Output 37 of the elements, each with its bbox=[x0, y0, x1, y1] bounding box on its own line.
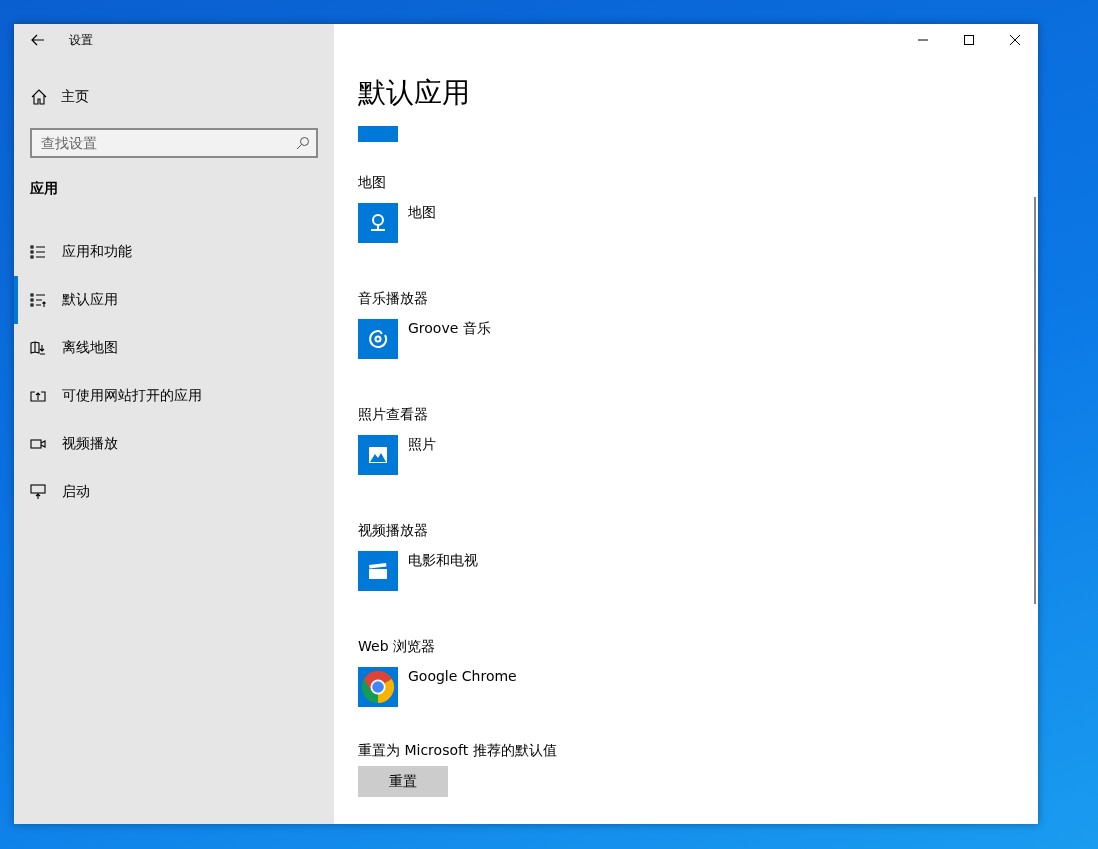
category-label: 照片查看器 bbox=[358, 406, 429, 424]
nav-item[interactable]: 应用和功能 bbox=[14, 228, 334, 276]
nav-item[interactable]: 启动 bbox=[14, 468, 334, 516]
search-icon bbox=[296, 136, 310, 150]
category-label: 视频播放器 bbox=[358, 522, 429, 540]
default-app-item[interactable]: 照片 bbox=[358, 435, 1038, 490]
nav-item[interactable]: 可使用网站打开的应用 bbox=[14, 372, 334, 420]
page-title: 默认应用 bbox=[358, 75, 471, 111]
category-label: 音乐播放器 bbox=[358, 290, 429, 308]
list-icon bbox=[30, 244, 46, 260]
app-tile bbox=[358, 126, 398, 142]
default-app-item[interactable]: Google Chrome bbox=[358, 667, 1038, 722]
close-icon bbox=[1010, 35, 1020, 45]
category-label: 地图 bbox=[358, 174, 387, 192]
maximize-icon bbox=[964, 35, 974, 45]
nav-item[interactable]: 视频播放 bbox=[14, 420, 334, 468]
window-title: 设置 bbox=[69, 31, 93, 49]
reset-button[interactable]: 重置 bbox=[358, 766, 448, 797]
section-heading: 应用 bbox=[29, 180, 59, 198]
home-icon bbox=[31, 89, 47, 105]
window-arrow-icon bbox=[30, 388, 46, 404]
monitor-arrow-icon bbox=[30, 484, 46, 500]
back-arrow-icon bbox=[31, 34, 45, 46]
default-app-item[interactable]: 地图 bbox=[358, 203, 1038, 258]
scrollbar[interactable] bbox=[1034, 197, 1036, 604]
map-download-icon bbox=[30, 340, 46, 356]
search-field[interactable]: 查找设置 bbox=[30, 128, 318, 158]
default-app-item[interactable]: 电影和电视 bbox=[358, 551, 1038, 606]
disc-icon bbox=[366, 327, 390, 351]
reset-label: 重置为 Microsoft 推荐的默认值 bbox=[358, 742, 558, 760]
video-camera-icon bbox=[30, 436, 46, 452]
home-link[interactable]: 主页 bbox=[14, 81, 334, 113]
category-label: Web 浏览器 bbox=[358, 638, 436, 656]
back-button[interactable] bbox=[31, 34, 45, 46]
nav-item[interactable]: 离线地图 bbox=[14, 324, 334, 372]
default-app-item[interactable]: Groove 音乐 bbox=[358, 319, 1038, 374]
list-arrow-icon bbox=[30, 292, 46, 308]
